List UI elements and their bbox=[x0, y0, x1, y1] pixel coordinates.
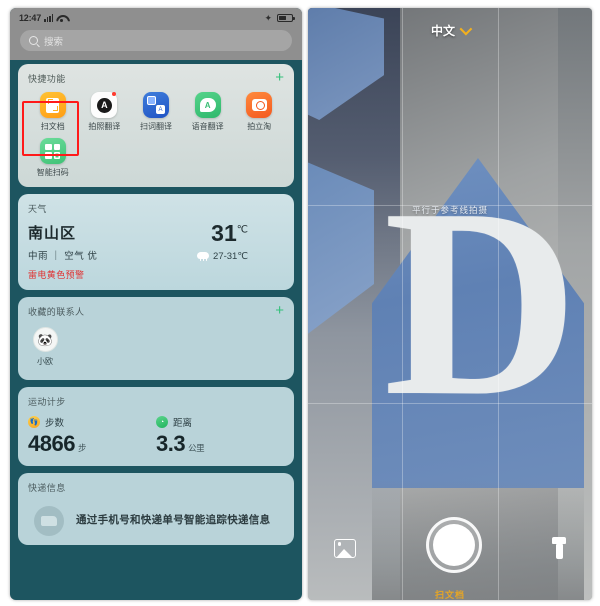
quick-item-taobao-camera[interactable]: 拍立淘 bbox=[234, 92, 284, 132]
search-placeholder: 搜索 bbox=[44, 36, 64, 48]
camera-preview-image: D bbox=[308, 8, 592, 600]
status-bar: 12:47 ✦ bbox=[10, 8, 302, 28]
camera-mode-caption: 扫文档 bbox=[434, 590, 465, 600]
screenshot-root: 12:47 ✦ 搜索 快捷功能 + 扫文档 A 拍照翻译 A 扫词翻译 A 语音… bbox=[0, 0, 600, 606]
voice-translate-icon: A bbox=[194, 92, 221, 118]
qr-scan-icon bbox=[39, 138, 66, 164]
search-input[interactable]: 搜索 bbox=[20, 30, 292, 51]
weather-temperature: 31 bbox=[211, 220, 237, 246]
quick-item-label: 智能扫码 bbox=[36, 168, 69, 177]
add-contact-button[interactable]: + bbox=[275, 303, 284, 318]
quick-item-label: 语音翻译 bbox=[191, 122, 224, 131]
word-translate-icon: A bbox=[142, 92, 169, 118]
weather-alert-badge: 雷电黄色预警 bbox=[28, 270, 85, 280]
contacts-title: 收藏的联系人 bbox=[28, 307, 85, 317]
quick-item-label: 扫词翻译 bbox=[139, 122, 172, 131]
list-item[interactable]: 🐼 小欧 bbox=[28, 327, 62, 367]
capture-hint-text: 平行于参考线拍摄 bbox=[411, 205, 488, 215]
language-selector[interactable]: 中文 bbox=[308, 22, 592, 39]
quick-item-label: 拍照翻译 bbox=[88, 122, 121, 131]
rain-cloud-icon bbox=[197, 252, 210, 261]
metric-distance: ◔ 距离 3.3 公里 bbox=[156, 415, 284, 457]
quick-item-voice-translate[interactable]: A 语音翻译 bbox=[183, 92, 233, 132]
favorite-contacts-card: 收藏的联系人 + 🐼 小欧 bbox=[18, 297, 294, 380]
quick-functions-title: 快捷功能 bbox=[28, 74, 66, 84]
language-label: 中文 bbox=[430, 24, 455, 38]
battery-icon bbox=[277, 13, 295, 23]
quick-item-scan-document[interactable]: 扫文档 bbox=[28, 92, 78, 132]
quick-functions-card: 快捷功能 + 扫文档 A 拍照翻译 A 扫词翻译 A 语音翻译 拍立淘 智能扫码 bbox=[18, 64, 294, 187]
left-phone-panel: 12:47 ✦ 搜索 快捷功能 + 扫文档 A 拍照翻译 A 扫词翻译 A 语音… bbox=[10, 8, 302, 600]
footprint-icon: 👣 bbox=[28, 416, 40, 428]
delivery-truck-icon bbox=[34, 506, 64, 536]
status-bar-time: 12:47 bbox=[19, 13, 42, 23]
quick-item-label: 扫文档 bbox=[40, 122, 65, 131]
weather-temperature-unit: ℃ bbox=[236, 224, 248, 236]
weather-title: 天气 bbox=[28, 204, 47, 214]
reference-guide-line bbox=[308, 403, 592, 404]
reference-guide-line bbox=[402, 8, 403, 600]
metric-label: 步数 bbox=[45, 418, 65, 429]
camera-viewfinder-panel: D 中文 平行于参考线拍摄 扫文档 bbox=[308, 8, 592, 600]
weather-condition: 中雨 ｜ 空气 优 bbox=[28, 251, 98, 262]
taobao-camera-icon bbox=[246, 92, 273, 118]
weather-card[interactable]: 天气 南山区 中雨 ｜ 空气 优 雷电黄色预警 31℃ 27-31℃ bbox=[18, 194, 294, 290]
step-counter-card[interactable]: 运动计步 👣 步数 4866 步 ◔ 距离 3.3 公里 bbox=[18, 387, 294, 466]
add-quick-function-button[interactable]: + bbox=[275, 70, 284, 85]
shutter-button[interactable] bbox=[426, 517, 482, 573]
weather-range: 27-31℃ bbox=[213, 251, 248, 262]
metric-label: 距离 bbox=[173, 418, 193, 429]
metric-unit: 公里 bbox=[188, 443, 205, 453]
wifi-icon bbox=[56, 14, 66, 23]
reference-guide-line bbox=[498, 8, 499, 600]
weather-city: 南山区 bbox=[28, 225, 77, 242]
bluetooth-icon: ✦ bbox=[264, 12, 272, 23]
photo-translate-icon: A bbox=[91, 92, 118, 118]
express-description: 通过手机号和快递单号智能追踪快递信息 bbox=[76, 514, 271, 527]
sign-letter-d: D bbox=[383, 153, 579, 452]
express-info-card[interactable]: 快递信息 通过手机号和快递单号智能追踪快递信息 bbox=[18, 473, 294, 545]
metric-unit: 步 bbox=[77, 443, 87, 453]
metric-value: 4866 bbox=[28, 431, 75, 456]
notification-badge-dot bbox=[112, 92, 117, 96]
chevron-down-icon bbox=[459, 22, 473, 36]
quick-item-qr-scan[interactable]: 智能扫码 bbox=[28, 138, 78, 178]
metric-steps: 👣 步数 4866 步 bbox=[28, 415, 156, 457]
contact-name: 小欧 bbox=[37, 357, 53, 366]
flashlight-icon[interactable] bbox=[552, 537, 566, 559]
gallery-icon[interactable] bbox=[334, 538, 356, 558]
distance-icon: ◔ bbox=[156, 416, 168, 428]
letter-a-glyph: A bbox=[96, 97, 112, 113]
quick-item-label: 拍立淘 bbox=[247, 122, 272, 131]
quick-item-word-translate[interactable]: A 扫词翻译 bbox=[131, 92, 181, 132]
quick-item-photo-translate[interactable]: A 拍照翻译 bbox=[80, 92, 130, 132]
signal-bars-icon bbox=[44, 14, 54, 22]
express-title: 快递信息 bbox=[28, 483, 66, 493]
metric-value: 3.3 bbox=[156, 431, 186, 456]
search-icon bbox=[29, 36, 38, 45]
scan-document-icon bbox=[39, 92, 66, 118]
steps-title: 运动计步 bbox=[28, 397, 66, 407]
avatar: 🐼 bbox=[32, 327, 58, 352]
